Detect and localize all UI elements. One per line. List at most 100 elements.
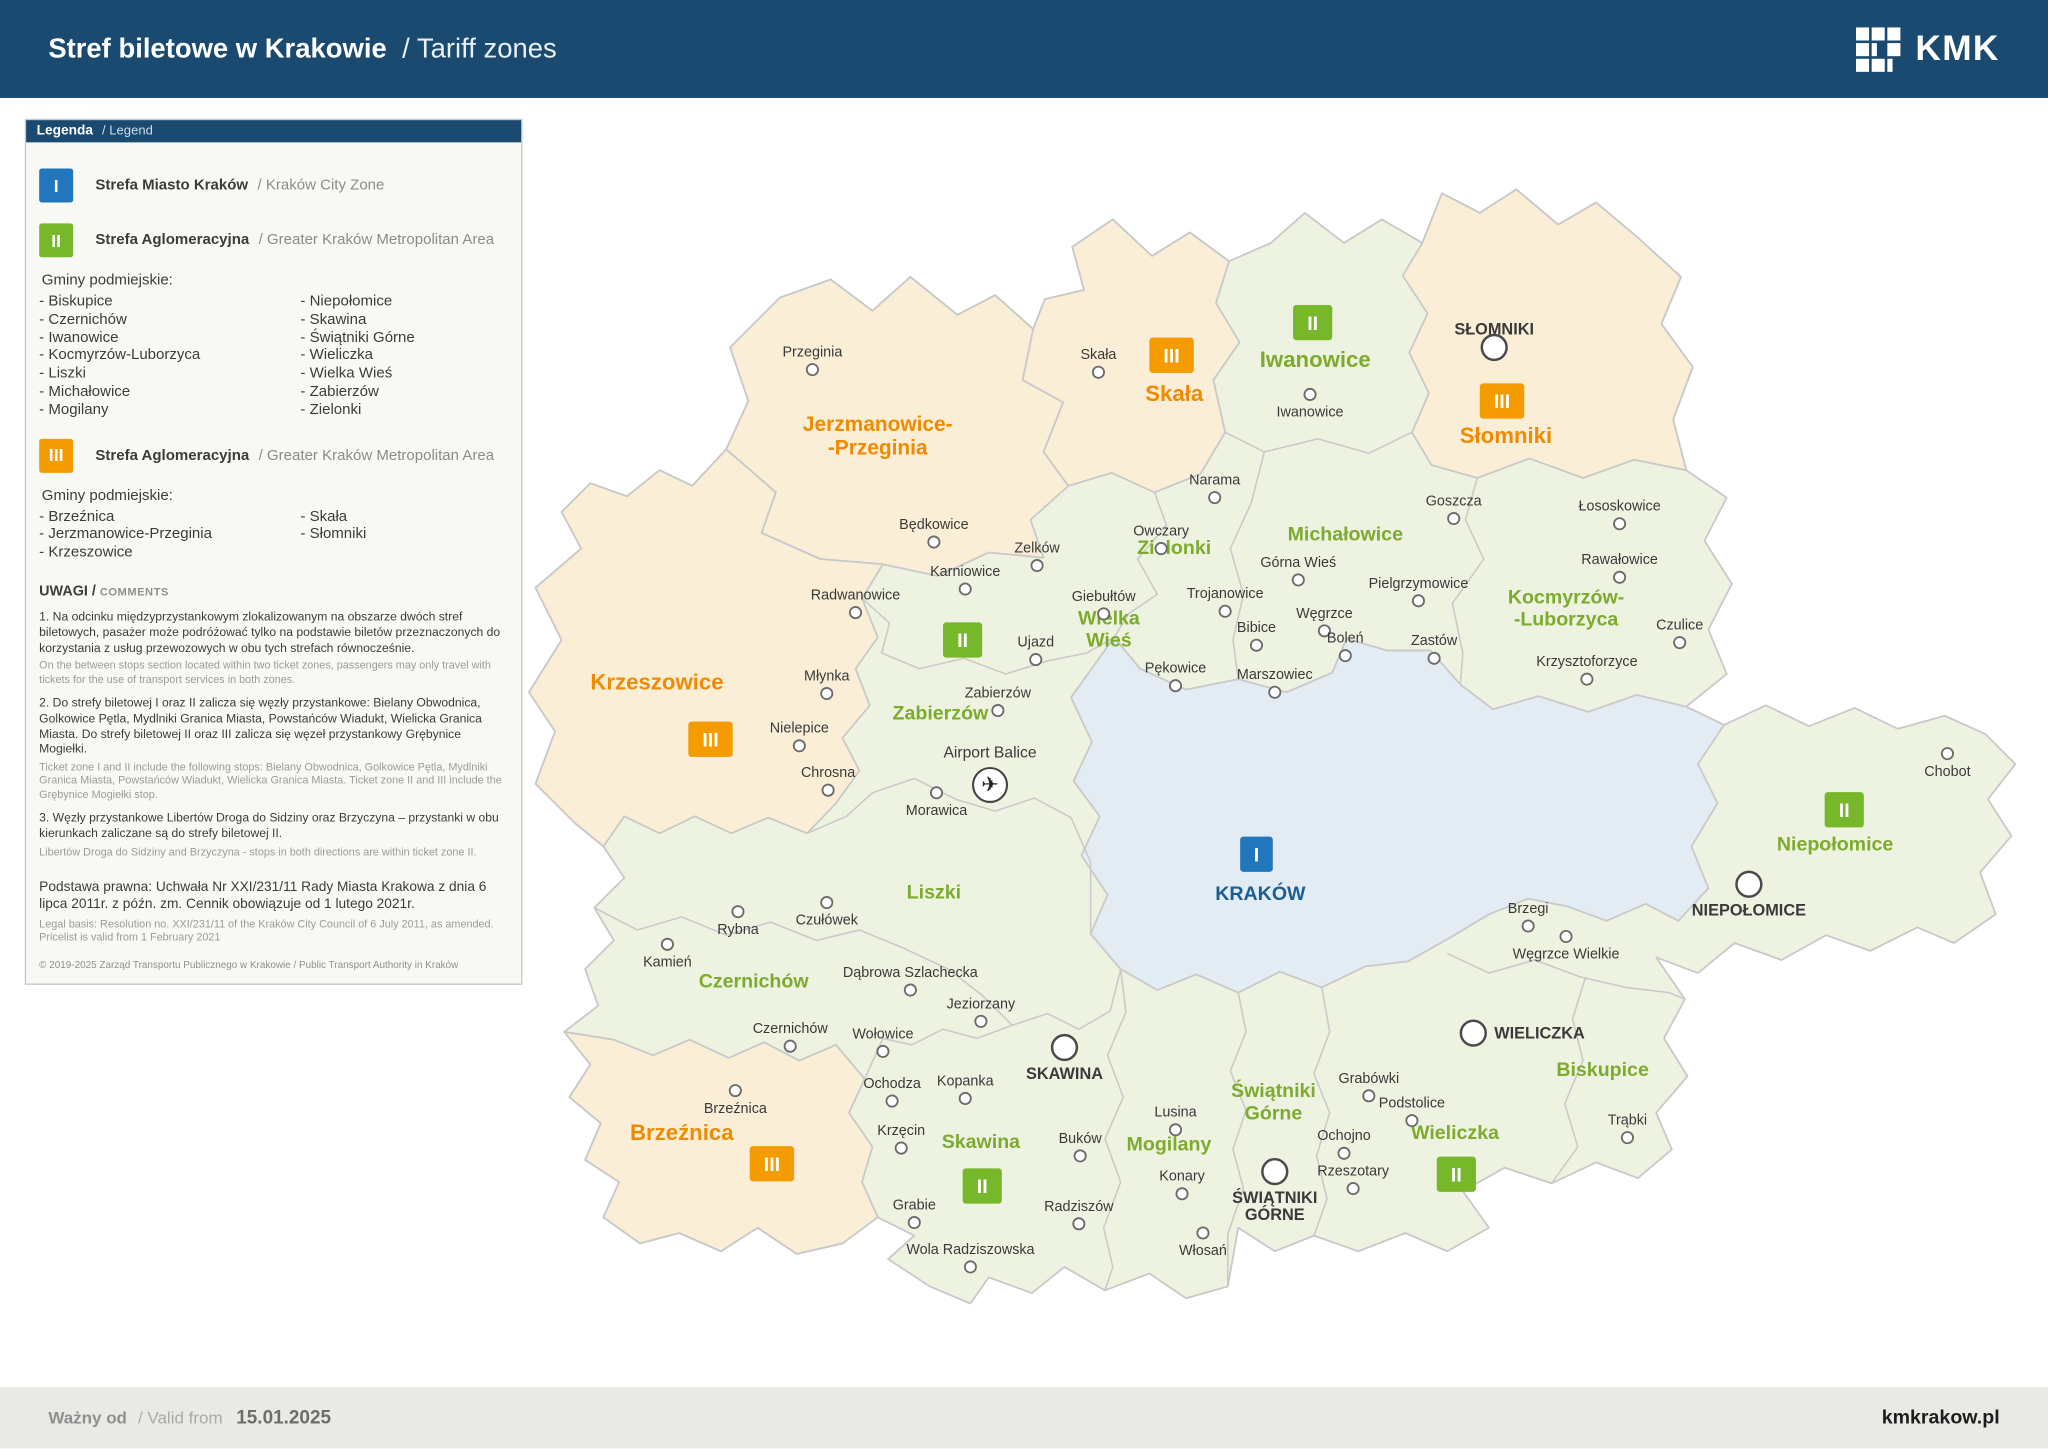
town-label: Węgrzce xyxy=(1296,606,1353,622)
gmina-item: - Skała xyxy=(300,509,366,527)
page: Jerzmanowice--PrzeginiaSkałaIwanowiceSło… xyxy=(0,0,2048,1448)
zone2-label-pl: Strefa Aglomeracyjna xyxy=(95,232,249,248)
town-dot xyxy=(1338,1148,1349,1159)
valid-from-pl: Ważny od xyxy=(48,1407,127,1427)
town-dot xyxy=(1429,653,1440,664)
town-wieliczka: WIELICZKA xyxy=(1461,1021,1585,1046)
legend-title-en: / Legend xyxy=(102,124,153,138)
town-dot xyxy=(1581,674,1592,685)
town-label: Grabówki xyxy=(1338,1071,1399,1087)
municipality-label-michałowice: Michałowice xyxy=(1288,524,1403,546)
gmina-item: - Świątniki Górne xyxy=(300,330,414,348)
town-dot xyxy=(1075,1150,1086,1161)
town-dot xyxy=(822,785,833,796)
map-zone-badge-iii: III xyxy=(1149,338,1193,373)
town-label: Chobot xyxy=(1924,764,1970,780)
town-label: Brzeźnica xyxy=(704,1101,767,1117)
gmina-item: - Michałowice xyxy=(39,384,300,402)
town-label: SKAWINA xyxy=(1026,1065,1103,1083)
municipality-label-kocmyrzów-luborzyca: Kocmyrzów--Luborzyca xyxy=(1508,586,1624,630)
map-zone-badge-i: I xyxy=(1240,837,1273,872)
town-label: Kamień xyxy=(643,955,692,971)
town-dot xyxy=(662,939,673,950)
copyright-line: © 2019-2025 Zarząd Transportu Publiczneg… xyxy=(39,959,505,971)
website-link[interactable]: kmkrakow.pl xyxy=(1882,1407,2000,1429)
town-label: Łososkowice xyxy=(1578,499,1660,515)
gmina-item: - Zabierzów xyxy=(300,384,414,402)
town-dot xyxy=(1262,1159,1287,1184)
gmina-item: - Krzeszowice xyxy=(39,545,300,563)
municipality-label-krzeszowice: Krzeszowice xyxy=(590,670,723,695)
town-label: Zabierzów xyxy=(965,685,1032,701)
map-zone-badge-iii: III xyxy=(750,1146,794,1181)
town-label: Podstolice xyxy=(1379,1096,1445,1112)
town-label: Marszowiec xyxy=(1237,667,1313,683)
town-label: Trojanowice xyxy=(1187,586,1264,602)
valid-from: Ważny od / Valid from 15.01.2025 xyxy=(48,1406,331,1430)
town-label: Konary xyxy=(1159,1169,1205,1185)
town-label: Kopanka xyxy=(937,1073,994,1089)
town-label: Węgrzce Wielkie xyxy=(1513,947,1620,963)
town-label: Karniowice xyxy=(930,564,1000,580)
town-label: Boleń xyxy=(1327,631,1364,647)
town-label: Wola Radziszowska xyxy=(906,1242,1034,1258)
legend-zone1-row: I Strefa Miasto Kraków / Kraków City Zon… xyxy=(39,168,505,202)
zone2-gminy-list: - Biskupice - Czernichów - Iwanowice - K… xyxy=(39,294,505,420)
town-label: Nielepice xyxy=(770,721,829,737)
note-3: 3. Węzły przystankowe Libertów Droga do … xyxy=(39,811,505,858)
zone2-gminy-title: Gminy podmiejskie: xyxy=(42,273,506,289)
zone3-badge: III xyxy=(39,438,73,472)
map-zone-badge-ii: II xyxy=(963,1168,1002,1203)
town-dot xyxy=(1269,687,1280,698)
town-dot xyxy=(821,897,832,908)
town-dot xyxy=(1363,1090,1374,1101)
gmina-item: - Skawina xyxy=(300,312,414,330)
town-dot xyxy=(1209,492,1220,503)
town-label: Brzegi xyxy=(1508,901,1549,917)
town-label: Czernichów xyxy=(753,1021,829,1037)
town-dot xyxy=(1482,335,1507,360)
town-dot xyxy=(1406,1115,1417,1126)
note-3-en: Libertów Droga do Sidziny and Brzyczyna … xyxy=(39,845,505,858)
gmina-item: - Brzeźnica xyxy=(39,509,300,527)
legend-zone3-row: III Strefa Aglomeracyjna / Greater Krakó… xyxy=(39,438,505,472)
map-zone-badge-ii: II xyxy=(1293,305,1332,340)
zone-badge-numeral: III xyxy=(702,729,718,751)
town-dot xyxy=(785,1041,796,1052)
town-dot xyxy=(807,364,818,375)
town-dot xyxy=(1031,560,1042,571)
legal-basis-en: Legal basis: Resolution no. XXI/231/11 o… xyxy=(39,917,505,943)
zone1-label: Strefa Miasto Kraków / Kraków City Zone xyxy=(95,178,384,194)
note-2-en: Ticket zone I and II include the followi… xyxy=(39,760,505,800)
kmk-logo: KMK xyxy=(1853,24,2000,74)
gmina-item: - Biskupice xyxy=(39,294,300,312)
map-zone-badge-ii: II xyxy=(1437,1157,1476,1192)
zone3-label-pl: Strefa Aglomeracyjna xyxy=(95,447,249,463)
town-dot xyxy=(1942,748,1953,759)
municipality-label-niepołomice: Niepołomice xyxy=(1777,833,1894,855)
zone-badge-numeral: III xyxy=(1494,391,1510,413)
town-label: Zelków xyxy=(1014,540,1060,556)
zone1-label-pl: Strefa Miasto Kraków xyxy=(95,178,248,194)
gmina-item: - Czernichów xyxy=(39,312,300,330)
town-label: Czułówek xyxy=(796,913,859,929)
town-dot xyxy=(1030,654,1041,665)
zone2-label: Strefa Aglomeracyjna / Greater Kraków Me… xyxy=(95,232,494,248)
town-label: Ochodza xyxy=(863,1076,920,1092)
town-dot xyxy=(794,740,805,751)
gmina-item: - Słomniki xyxy=(300,527,366,545)
legend-panel: Legenda / Legend I Strefa Miasto Kraków … xyxy=(25,119,523,985)
zone-badge-numeral: II xyxy=(1307,313,1318,335)
note-1: 1. Na odcinku międzyprzystankowym zlokal… xyxy=(39,610,505,686)
municipality-label-zabierzów: Zabierzów xyxy=(893,703,990,725)
town-dot xyxy=(877,1046,888,1057)
legend-body: I Strefa Miasto Kraków / Kraków City Zon… xyxy=(26,142,521,983)
note-1-pl: 1. Na odcinku międzyprzystankowym zlokal… xyxy=(39,610,505,656)
town-label: Rzeszotary xyxy=(1317,1164,1390,1180)
page-title: Stref biletowe w Krakowie / Tariff zones xyxy=(48,33,556,64)
town-dot xyxy=(1348,1183,1359,1194)
town-dot xyxy=(886,1095,897,1106)
gmina-item: - Niepołomice xyxy=(300,294,414,312)
town-dot xyxy=(905,984,916,995)
zone1-badge: I xyxy=(39,168,73,202)
